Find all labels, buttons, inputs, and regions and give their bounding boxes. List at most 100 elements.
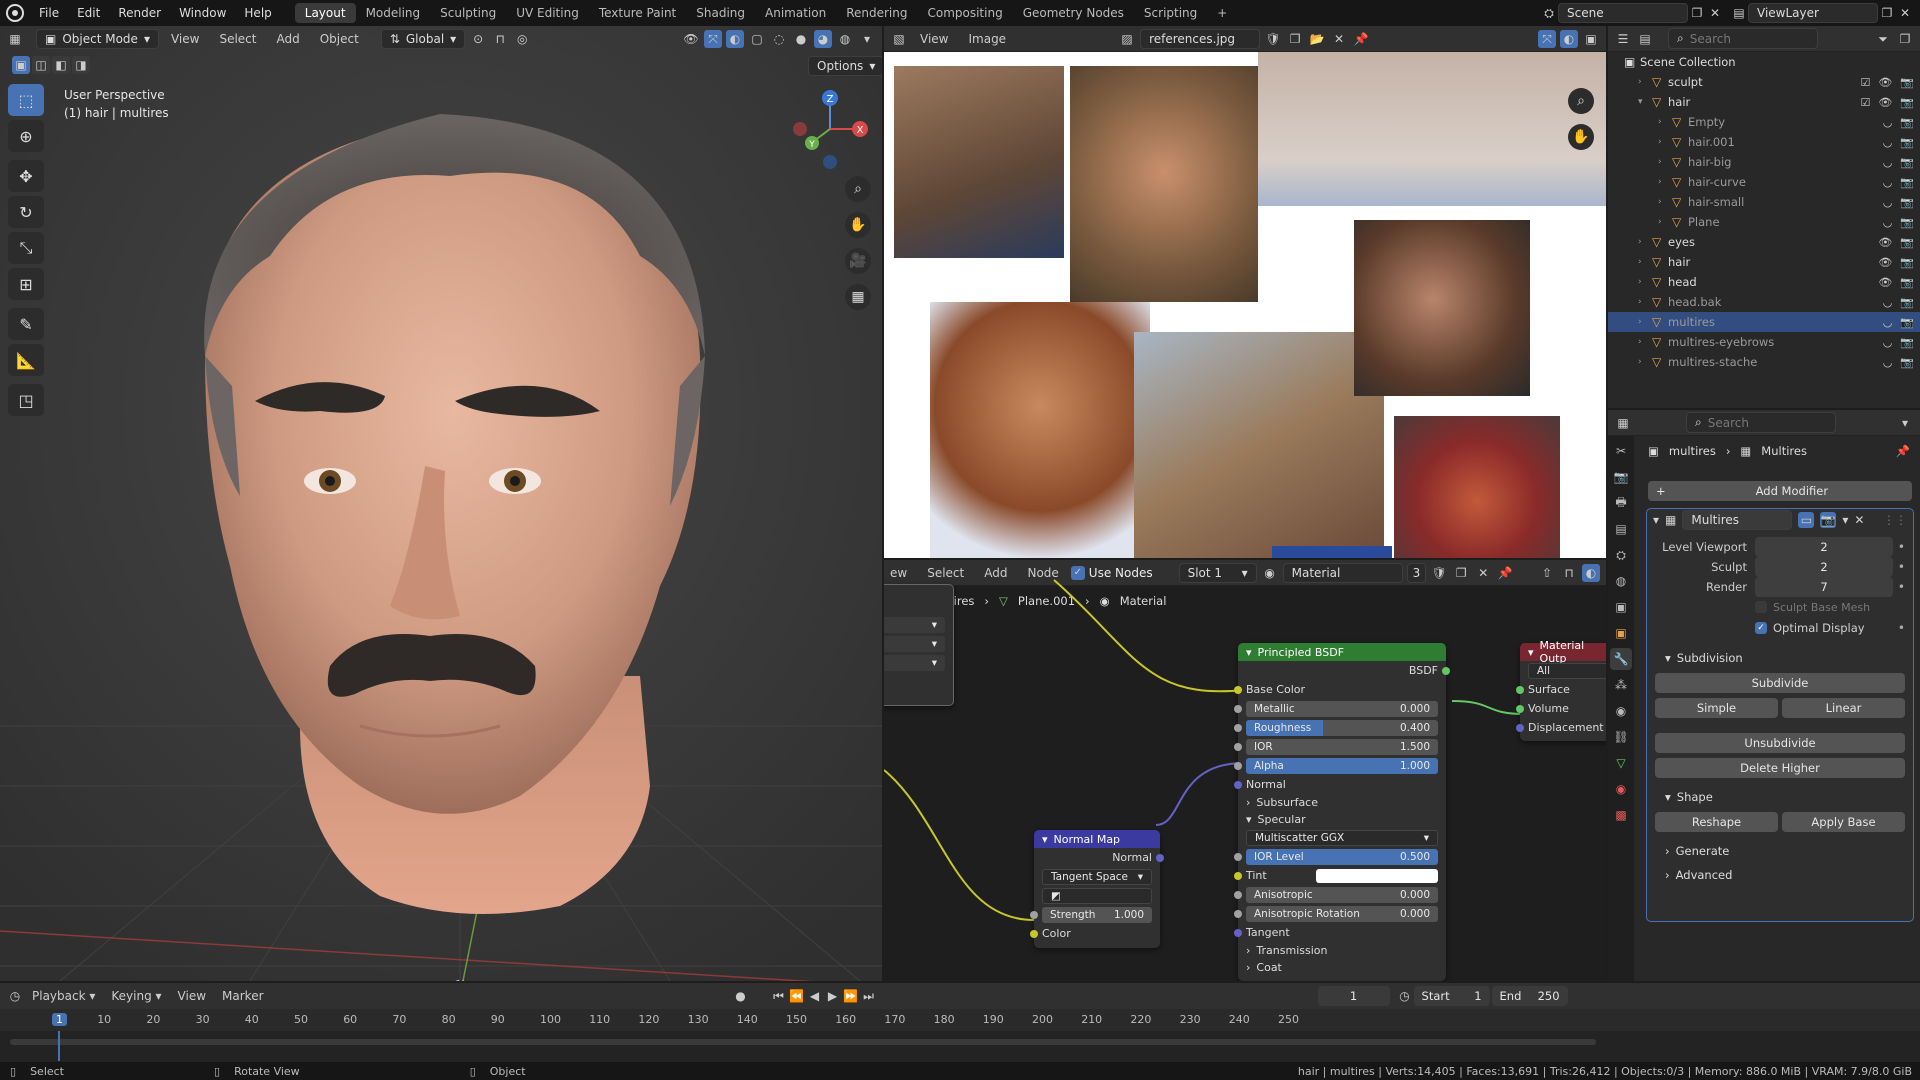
camera-icon[interactable]: 📷 (1900, 316, 1914, 329)
target-dropdown[interactable]: All (1528, 662, 1606, 679)
anisotropic-rotation-field[interactable]: Anisotropic Rotation 0.000 (1246, 905, 1438, 922)
outliner-item[interactable]: › ▽ Plane ◡ 📷 (1608, 212, 1920, 232)
roughness-field[interactable]: Roughness 0.400 (1246, 719, 1438, 736)
eye-closed-icon[interactable]: ◡ (1883, 176, 1893, 189)
display-channels-icon[interactable]: ▣ (1582, 30, 1600, 48)
zoom-icon[interactable]: ⌕ (1568, 88, 1594, 114)
ior-level-field[interactable]: IOR Level 0.500 (1246, 848, 1438, 865)
camera-icon[interactable]: 📷 (1900, 176, 1914, 189)
tab-uv-editing[interactable]: UV Editing (506, 3, 589, 23)
blender-logo-icon[interactable] (6, 4, 24, 22)
outliner-item[interactable]: ▾ ▽ hair ☑ 👁 📷 (1608, 92, 1920, 112)
snap-icon[interactable]: ⊓ (491, 30, 509, 48)
strength-socket[interactable] (1030, 911, 1038, 919)
keyframe-dot-icon[interactable]: • (1893, 560, 1905, 574)
ior-socket[interactable] (1234, 743, 1242, 751)
chevron-down-icon[interactable]: ▾ (1653, 513, 1659, 527)
specular-panel[interactable]: ▾ Specular (1238, 811, 1446, 828)
image-name-field[interactable]: references.jpg (1140, 28, 1261, 49)
timeline[interactable]: ◷ Playback ▾ Keying ▾ View Marker ● ⏮ ⏪ … (0, 983, 1920, 1067)
camera-icon[interactable]: 📷 (1900, 116, 1914, 129)
outliner-item[interactable]: › ▽ hair-small ◡ 📷 (1608, 192, 1920, 212)
chevron-right-icon[interactable]: › (1658, 117, 1672, 127)
render-level-field[interactable]: 7 (1755, 577, 1893, 597)
add-modifier-button[interactable]: + Add Modifier (1648, 481, 1912, 501)
scene-tab-icon[interactable]: ⛭ (1610, 544, 1632, 566)
menu-window[interactable]: Window (170, 6, 235, 20)
chevron-right-icon[interactable]: › (1638, 77, 1652, 87)
node-header[interactable]: ▾ Normal Map (1034, 830, 1160, 848)
outliner-search[interactable]: ⌕ Search (1668, 28, 1818, 49)
output-tab-icon[interactable]: 🖶 (1610, 492, 1632, 514)
gizmo-toggle-icon[interactable]: ⤧ (704, 30, 722, 48)
image-browse-icon[interactable]: ▨ (1118, 30, 1136, 48)
node-header[interactable]: ▾ Principled BSDF (1238, 643, 1446, 661)
tab-animation[interactable]: Animation (755, 3, 836, 23)
camera-icon[interactable]: 📷 (1900, 156, 1914, 169)
menu-keying[interactable]: Keying ▾ (103, 989, 169, 1003)
node-header[interactable]: ▾ Material Outp (1520, 639, 1606, 665)
tab-layout[interactable]: Layout (294, 3, 356, 23)
close-icon[interactable]: ✕ (1854, 513, 1864, 527)
transform-tool-icon[interactable]: ⊞ (8, 268, 44, 300)
eye-icon[interactable]: 👁 (1878, 76, 1892, 89)
tab-modeling[interactable]: Modeling (356, 3, 431, 23)
normal-socket[interactable] (1234, 781, 1242, 789)
sculpt-level-field[interactable]: 2 (1755, 557, 1893, 577)
open-image-icon[interactable]: 📂 (1308, 30, 1326, 48)
keyframe-dot-icon[interactable]: • (1893, 580, 1905, 594)
chevron-right-icon[interactable]: › (1638, 297, 1652, 307)
tangent-socket[interactable] (1234, 929, 1242, 937)
mode-dropdown[interactable]: ▣ Object Mode ▾ (36, 29, 159, 49)
new-scene-icon[interactable]: ❐ (1688, 4, 1706, 22)
shape-section[interactable]: ▾ Shape (1647, 786, 1913, 808)
display-mode-icon[interactable]: ▤ (1636, 30, 1654, 48)
play-icon[interactable]: ▶ (824, 987, 842, 1005)
camera-icon[interactable]: 📷 (1900, 256, 1914, 269)
move-tool-icon[interactable]: ✥ (8, 160, 44, 192)
current-frame-field[interactable]: 1 (1317, 986, 1390, 1006)
fake-user-icon[interactable]: 🛡 (1264, 30, 1282, 48)
camera-icon[interactable]: 📷 (1900, 236, 1914, 249)
alpha-field[interactable]: Alpha 1.000 (1246, 757, 1438, 774)
add-cube-tool-icon[interactable]: ◳ (8, 384, 44, 416)
collection-tab-icon[interactable]: ▣ (1610, 596, 1632, 618)
measure-tool-icon[interactable]: 📐 (8, 344, 44, 376)
pin-icon[interactable]: 📌 (1352, 30, 1370, 48)
outliner-item[interactable]: › ▽ multires-stache ◡ 📷 (1608, 352, 1920, 372)
new-collection-icon[interactable]: ❐ (1896, 30, 1914, 48)
overlay-icon[interactable]: ◐ (1560, 29, 1578, 48)
base-color-socket[interactable] (1234, 686, 1242, 694)
eye-closed-icon[interactable]: ◡ (1883, 156, 1893, 169)
editor-type-icon[interactable]: ◷ (6, 987, 24, 1005)
eye-icon[interactable]: 👁 (1878, 276, 1892, 289)
select-subtract-icon[interactable]: ◧ (52, 56, 70, 74)
select-invert-icon[interactable]: ◨ (72, 56, 90, 74)
tint-socket[interactable] (1234, 872, 1242, 880)
proportional-edit-icon[interactable]: ◎ (513, 30, 531, 48)
xray-icon[interactable]: ▢ (748, 30, 766, 48)
eye-closed-icon[interactable]: ◡ (1883, 316, 1893, 329)
camera-icon[interactable]: 📷 (1900, 76, 1914, 89)
menu-help[interactable]: Help (235, 6, 280, 20)
filter-icon[interactable]: ⏷ (1874, 30, 1892, 48)
outliner-item[interactable]: › ▽ hair 👁 📷 (1608, 252, 1920, 272)
camera-view-icon[interactable]: 🎥 (845, 248, 871, 274)
camera-icon[interactable]: 📷 (1900, 296, 1914, 309)
object-tab-icon[interactable]: ▣ (1610, 622, 1632, 644)
chevron-right-icon[interactable]: › (1638, 257, 1652, 267)
select-box-tool-icon[interactable]: ⬚ (8, 84, 44, 116)
eye-closed-icon[interactable]: ◡ (1883, 356, 1893, 369)
timeline-scrollbar[interactable] (10, 1039, 1596, 1045)
perspective-toggle-icon[interactable]: ▦ (845, 284, 871, 310)
bsdf-output-socket[interactable] (1442, 667, 1450, 675)
tab-geometry-nodes[interactable]: Geometry Nodes (1013, 3, 1134, 23)
space-dropdown[interactable]: Tangent Space ▾ (1042, 868, 1152, 885)
menu-image[interactable]: Image (960, 32, 1014, 46)
alpha-socket[interactable] (1234, 762, 1242, 770)
subsurface-panel[interactable]: › Subsurface (1238, 794, 1446, 811)
axis-gizmo[interactable]: Z X Y (780, 84, 870, 174)
editor-type-icon[interactable]: ▧ (890, 30, 908, 48)
annotate-tool-icon[interactable]: ✎ (8, 308, 44, 340)
outliner-item[interactable]: › ▽ multires-eyebrows ◡ 📷 (1608, 332, 1920, 352)
